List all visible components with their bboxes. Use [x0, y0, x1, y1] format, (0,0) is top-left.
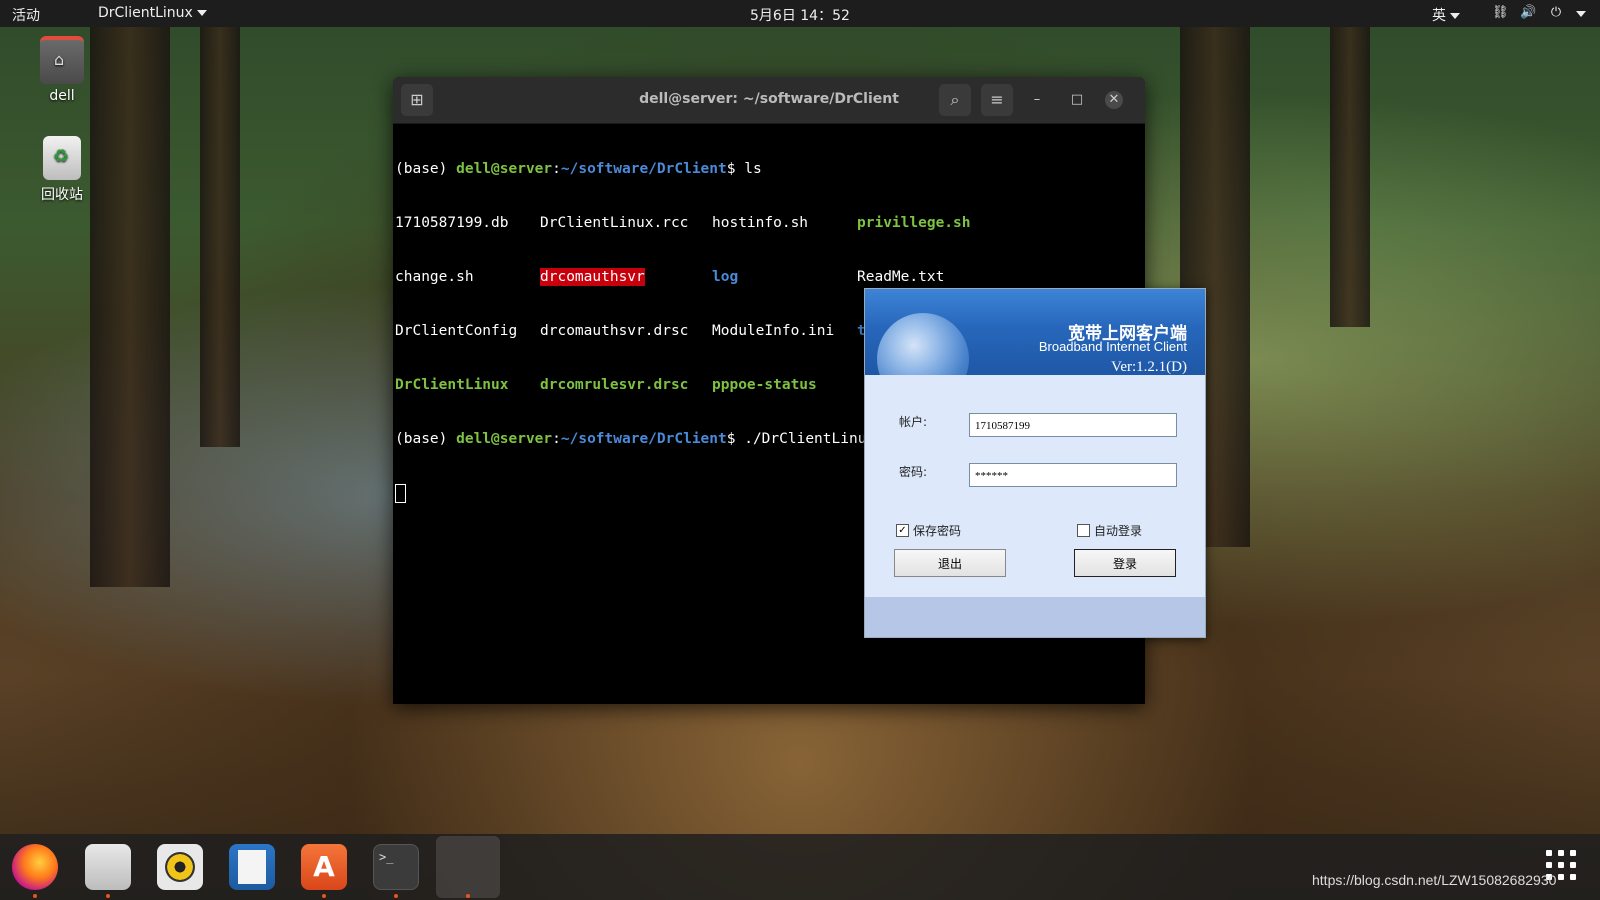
drclient-window[interactable]: 宽带上网客户端 Broadband Internet Client Ver:1.… [864, 288, 1206, 638]
file-entry: ReadMe.txt [857, 269, 945, 285]
desktop-icon-label: 回收站 [41, 187, 83, 203]
file-entry: DrClientLinux.rcc [540, 215, 689, 231]
chevron-down-icon [1450, 13, 1460, 19]
client-banner: 宽带上网客户端 Broadband Internet Client Ver:1.… [865, 289, 1205, 375]
globe-icon [877, 313, 969, 375]
prompt-dollar: $ [726, 161, 745, 177]
running-indicator [106, 894, 110, 898]
version-label: Ver:1.2.1(D) [1111, 359, 1187, 375]
ls-row: 1710587199.db DrClientLinux.rcc hostinfo.s… [395, 214, 1145, 232]
software-center-icon[interactable]: A [301, 844, 347, 890]
auto-login-checkbox[interactable] [1077, 524, 1090, 537]
conda-env: (base) [395, 431, 457, 447]
save-password-checkbox[interactable]: ✓ [896, 524, 909, 537]
ls-row: change.sh drcomauthsvr log ReadMe.txt [395, 268, 1145, 286]
command-text: ./DrClientLinux [744, 431, 876, 447]
libreoffice-writer-icon[interactable] [229, 844, 275, 890]
desktop-home-folder[interactable]: ⌂ dell [22, 36, 102, 104]
brand-title-en: Broadband Internet Client [1038, 339, 1187, 354]
drclient-icon[interactable] [436, 836, 500, 898]
input-method-menu[interactable]: 英 [1432, 5, 1460, 25]
file-entry: drcomauthsvr [540, 268, 712, 286]
prompt-colon: : [552, 431, 561, 447]
watermark-text: https://blog.csdn.net/LZW15082682930 [1312, 872, 1557, 888]
login-button[interactable]: 登录 [1074, 549, 1176, 577]
rhythmbox-icon[interactable] [157, 844, 203, 890]
document-page [238, 850, 266, 884]
prompt-user: dell@server [456, 161, 553, 177]
prompt-colon: : [552, 161, 561, 177]
running-indicator [394, 894, 398, 898]
prompt-path: ~/software/DrClient [560, 161, 727, 177]
app-menu-label: DrClientLinux [98, 5, 193, 21]
close-icon[interactable]: ✕ [1105, 91, 1123, 109]
file-entry: drcomrulesvr.drsc [540, 377, 689, 393]
network-icon[interactable]: ⛓ [1492, 5, 1509, 21]
firefox-icon[interactable] [12, 844, 58, 890]
minimize-icon[interactable]: – [1029, 92, 1045, 108]
account-input[interactable]: 1710587199 [969, 413, 1177, 437]
file-entry: DrClientLinux [395, 377, 509, 393]
hamburger-menu-icon[interactable]: ≡ [981, 84, 1013, 116]
app-menu[interactable]: DrClientLinux [98, 5, 207, 21]
desktop-trash[interactable]: ♻ 回收站 [22, 136, 102, 204]
search-icon[interactable]: ⌕ [939, 84, 971, 116]
file-entry: privillege.sh [857, 215, 971, 231]
rhythmbox-disc [165, 852, 195, 882]
save-password-label: 保存密码 [913, 524, 962, 538]
prompt-line: (base) dell@server:~/software/DrClient$ … [395, 160, 1145, 178]
clock[interactable]: 5月6日 14：52 [750, 5, 850, 25]
dock: A >_ [0, 834, 1600, 900]
desktop-icon-label: dell [49, 88, 75, 104]
terminal-icon[interactable]: >_ [373, 844, 419, 890]
volume-icon[interactable]: 🔊 [1520, 5, 1536, 21]
prompt-user: dell@server [456, 431, 553, 447]
home-folder-icon: ⌂ [40, 36, 84, 84]
power-icon[interactable]: ⏻ [1548, 5, 1564, 21]
tree-trunk [1330, 27, 1370, 327]
running-indicator [466, 894, 470, 898]
conda-env: (base) [395, 161, 457, 177]
chevron-down-icon[interactable] [1576, 11, 1586, 17]
file-entry: log [712, 269, 739, 285]
exit-button[interactable]: 退出 [894, 549, 1006, 577]
file-entry: DrClientConfig [395, 323, 518, 339]
maximize-icon[interactable]: □ [1069, 92, 1085, 108]
trash-icon: ♻ [43, 136, 81, 180]
password-input[interactable]: ****** [969, 463, 1177, 487]
file-entry: pppoe-status [712, 377, 817, 393]
activities-button[interactable]: 活动 [12, 5, 40, 25]
file-entry: drcomauthsvr.drsc [540, 323, 689, 339]
terminal-cursor [395, 484, 406, 503]
files-icon[interactable] [85, 844, 131, 890]
prompt-dollar: $ [726, 431, 745, 447]
running-indicator [33, 894, 37, 898]
file-entry: 1710587199.db [395, 215, 509, 231]
account-label: 帐户: [899, 415, 928, 429]
input-method-label: 英 [1432, 8, 1446, 24]
running-indicator [322, 894, 326, 898]
file-entry-highlight: drcomauthsvr [540, 268, 645, 286]
prompt-path: ~/software/DrClient [560, 431, 727, 447]
auto-login-label: 自动登录 [1094, 524, 1143, 538]
password-label: 密码: [899, 465, 928, 479]
top-bar: 活动 DrClientLinux 5月6日 14：52 英 ⛓ 🔊 ⏻ [0, 0, 1600, 27]
tree-trunk [90, 27, 170, 587]
file-entry: hostinfo.sh [712, 215, 809, 231]
command-text: ls [744, 161, 762, 177]
chevron-down-icon [196, 10, 207, 16]
file-entry: ModuleInfo.ini [712, 323, 835, 339]
client-footer [865, 597, 1205, 637]
terminal-titlebar[interactable]: ⊞ dell@server: ~/software/DrClient ⌕ ≡ –… [393, 77, 1145, 124]
tree-trunk [200, 27, 240, 447]
file-entry: change.sh [395, 269, 474, 285]
